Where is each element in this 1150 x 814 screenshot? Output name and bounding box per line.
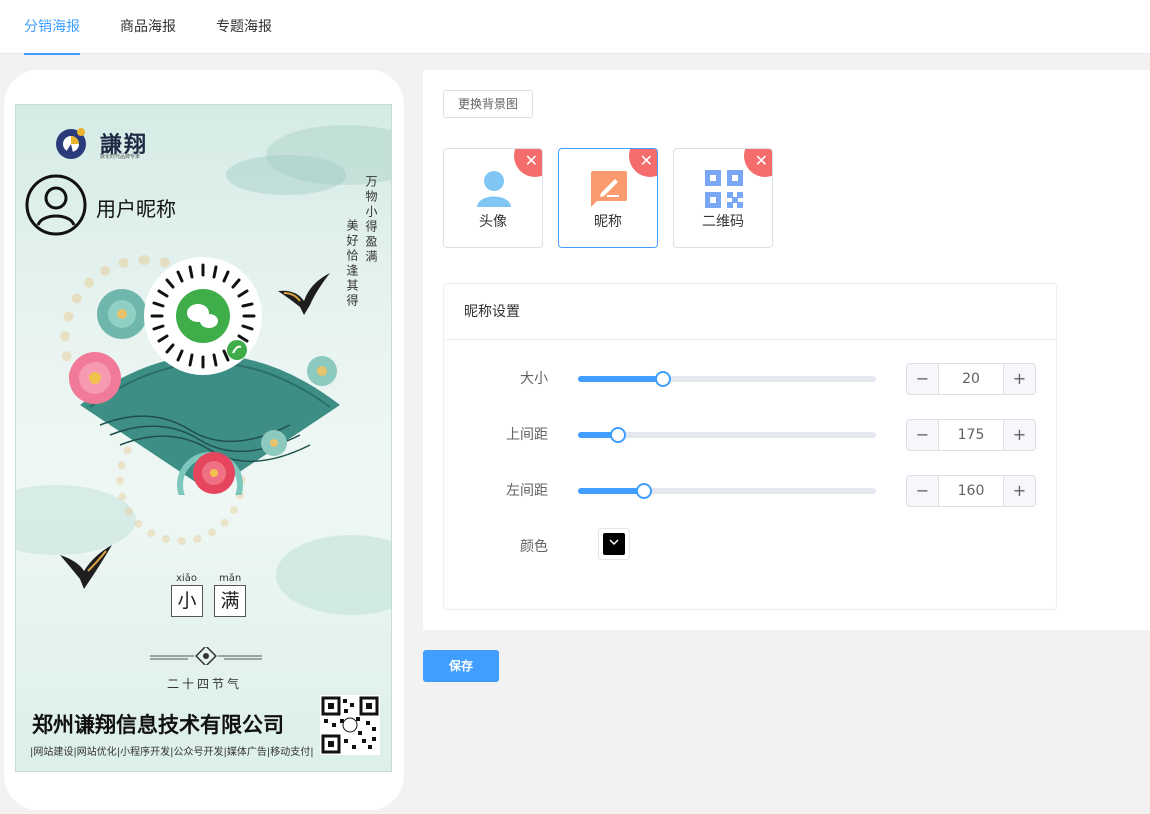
pinyin-xiao: xiǎo [176,573,197,584]
company-name: 郑州谦翔信息技术有限公司 [32,713,284,737]
swallow-bird-icon [278,273,330,315]
color-picker[interactable] [598,528,630,560]
left-margin-stepper: − 160 + [906,475,1036,507]
user-avatar-icon [25,174,87,236]
red-flower-icon [193,452,235,494]
left-margin-label: 左间距 [506,483,548,499]
slider-fill [578,376,663,382]
close-icon: ✕ [639,151,653,170]
decrease-button[interactable]: − [907,420,939,450]
top-margin-stepper: − 175 + [906,419,1036,451]
color-label: 颜色 [520,539,548,555]
chevron-down-icon [609,539,619,546]
size-label: 大小 [520,371,548,387]
top-margin-input[interactable]: 175 [939,420,1003,450]
size-slider[interactable] [578,371,876,387]
size-input[interactable]: 20 [939,364,1003,394]
company-qrcode [320,695,380,755]
pink-flower-icon [69,352,121,404]
left-margin-input[interactable]: 160 [939,476,1003,506]
change-background-button[interactable]: 更换背景图 [443,90,534,118]
qrcode-icon [705,170,743,208]
element-card-label: 头像 [479,214,507,230]
element-card-nickname[interactable]: 昵称 ✕ [558,148,658,248]
poster-editor-panel: 更换背景图 头像 ✕ 昵称 ✕ 二维码 ✕ 昵称设置 大小 − 20 + 上间距… [423,70,1150,630]
teal-flower-icon [97,289,147,339]
tab-topic-poster[interactable]: 专题海报 [216,0,272,54]
mini-program-code-icon [150,263,256,369]
pinyin-man: mǎn [219,573,242,584]
save-button[interactable]: 保存 [423,650,499,682]
brand-slogan: 数化时代品牌专家 [100,154,141,160]
element-card-qrcode[interactable]: 二维码 ✕ [673,148,773,248]
nickname-settings-panel: 昵称设置 大小 − 20 + 上间距 − 175 + 左间距 − 160 + 颜… [443,283,1057,610]
avatar-icon [477,171,511,207]
poem-line-2: 美好恰逢其得 [345,219,359,309]
brand-logo-icon [56,128,86,159]
size-stepper: − 20 + [906,363,1036,395]
top-margin-slider[interactable] [578,427,876,443]
element-card-label: 昵称 [594,214,622,230]
left-margin-slider[interactable] [578,483,876,499]
poster-type-tabs: 分销海报 商品海报 专题海报 [0,0,1150,55]
title-char-xiao: 小 [171,585,203,617]
cloud-decoration [276,535,391,615]
slider-handle[interactable] [654,371,671,387]
slider-fill [578,488,644,494]
settings-title: 昵称设置 [444,284,1056,340]
tab-product-poster[interactable]: 商品海报 [120,0,176,54]
increase-button[interactable]: + [1003,420,1035,450]
increase-button[interactable]: + [1003,364,1035,394]
divider-ornament-icon [150,647,262,665]
top-margin-label: 上间距 [506,427,548,443]
services-list: |网站建设|网站优化|小程序开发|公众号开发|媒体广告|移动支付| [30,747,314,758]
poem-line-1: 万物小得盈满 [364,175,378,265]
teal-flower-icon [307,356,337,386]
nickname-icon [591,171,627,207]
qrcode-icon [321,696,379,754]
teal-flower-icon [261,430,287,456]
nickname-text: 用户昵称 [96,197,176,221]
element-card-avatar[interactable]: 头像 ✕ [443,148,543,248]
increase-button[interactable]: + [1003,476,1035,506]
slider-handle[interactable] [635,483,652,499]
cloud-decoration [226,155,346,195]
color-swatch [603,533,625,555]
decrease-button[interactable]: − [907,476,939,506]
title-char-man: 满 [214,585,246,617]
element-card-label: 二维码 [702,214,744,230]
close-icon: ✕ [524,151,538,170]
decrease-button[interactable]: − [907,364,939,394]
close-icon: ✕ [754,151,768,170]
tab-distribution-poster[interactable]: 分销海报 [24,0,80,55]
mini-program-code [144,257,262,375]
poster-preview: 謙翔 数化时代品牌专家 用户昵称 万物小得盈满 美好恰逢其得 xiǎo mǎn … [15,104,392,772]
solar-term-label: 二十四节气 [166,677,242,691]
swallow-bird-icon [60,545,112,589]
slider-handle[interactable] [610,427,627,443]
